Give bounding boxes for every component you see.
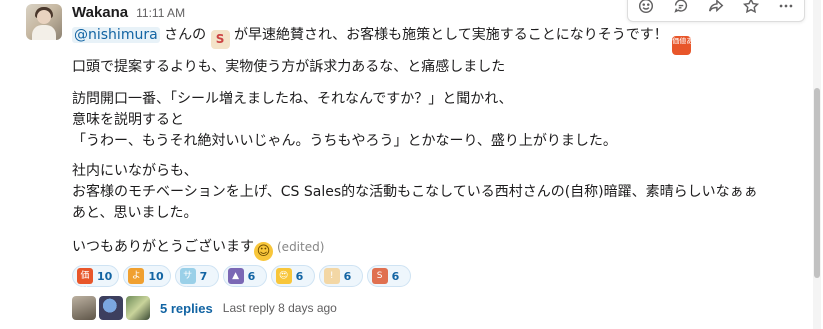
yoi-icon: よ: [128, 268, 145, 284]
message-line-6: 社内にいながらも、: [72, 163, 198, 179]
sales-guy-icon: S: [371, 268, 388, 284]
edited-label: (edited): [277, 240, 325, 254]
message: Wakana 11:11 AM @nishimura さんの S が早速絶賛され…: [0, 0, 808, 329]
more-actions-icon[interactable]: [770, 0, 802, 20]
message-line-3: 訪問開口一番、「シール増えましたね、それなんですか？」と聞かれ、: [72, 91, 513, 107]
reaction-count: 6: [295, 269, 304, 283]
reaction-count: 10: [97, 269, 113, 283]
username[interactable]: Wakana: [72, 4, 128, 21]
thread-summary[interactable]: 5 replies Last reply 8 days ago: [72, 296, 337, 320]
sales-guy-emoji-icon: S: [210, 30, 230, 49]
reply-count-link[interactable]: 5 replies: [160, 301, 213, 316]
heart-eyes-icon: 😍: [275, 268, 292, 284]
save-icon[interactable]: [735, 0, 767, 20]
message-line-8: あと、思いました。: [72, 205, 198, 221]
reaction-sticker[interactable]: ! 6: [318, 265, 363, 287]
user-avatar[interactable]: [26, 4, 62, 40]
message-line-5: 「うわー、もうそれ絶対いいじゃん。うちもやろう」とかなーり、盛り上がりました。: [72, 133, 617, 149]
timestamp[interactable]: 11:11 AM: [136, 6, 185, 20]
message-line-4: 意味を説明すると: [72, 112, 184, 128]
scrollbar[interactable]: [813, 0, 821, 329]
reaction-heart-eyes[interactable]: 😍 6: [270, 265, 315, 287]
message-line-1: @nishimura さんの S が早速絶賛され、お客様も施策として実施すること…: [72, 25, 700, 55]
reply-in-thread-icon[interactable]: [665, 0, 697, 20]
avatar-body: [32, 25, 56, 40]
smiling-face-icon: ☺: [254, 242, 273, 261]
kachi-aru-emoji-icon: 価値ある: [672, 36, 700, 55]
reaction-count: 6: [343, 269, 352, 283]
message-line-9: いつもありがとうございます ☺ (edited): [72, 237, 324, 261]
reaction-count: 6: [247, 269, 256, 283]
avatar-face: [37, 10, 51, 24]
message-line-2: 口頭で提案するよりも、実物使う方が訴求力あるな、と痛感しました: [72, 59, 506, 75]
participant-avatar: [126, 296, 150, 320]
reaction-yoi[interactable]: よ 10: [123, 265, 171, 287]
reaction-count: 10: [148, 269, 164, 283]
mention-suffix: さんの: [159, 27, 207, 43]
participant-avatar: [99, 296, 123, 320]
tent-icon: ▲: [227, 268, 244, 284]
scrollbar-thumb[interactable]: [814, 88, 820, 278]
reactions-bar: 価値 10 よ 10 サセ 7 ▲ 6 😍 6! 6 S 6: [72, 265, 411, 297]
user-mention[interactable]: @nishimura: [72, 27, 160, 43]
message-line-1-text: が早速絶賛され、お客様も施策として実施することになりそうです！: [229, 27, 668, 43]
sales-icon: サセ: [179, 268, 196, 297]
thanks-text: いつもありがとうございます: [72, 239, 254, 255]
thread-participants: [72, 296, 150, 320]
share-icon[interactable]: [700, 0, 732, 20]
last-reply-time: Last reply 8 days ago: [222, 301, 337, 315]
add-reaction-icon[interactable]: [630, 0, 662, 20]
message-line-7: お客様のモチベーションを上げ、CS Sales的な活動もこなしている西村さんの(…: [72, 184, 758, 200]
reaction-kachi-aru[interactable]: 価値 10: [72, 265, 120, 297]
sticker-icon: !: [323, 268, 340, 284]
reaction-count: 6: [391, 269, 400, 283]
reaction-sales-guy[interactable]: S6: [366, 265, 411, 287]
message-actions-toolbar: [627, 0, 805, 22]
reaction-count: 7: [199, 269, 208, 283]
kachi-aru-icon: 価値: [77, 268, 93, 297]
reaction-tent[interactable]: ▲ 6: [222, 265, 267, 287]
reaction-sales[interactable]: サセ 7: [174, 265, 219, 297]
message-header: Wakana 11:11 AM: [72, 4, 185, 24]
participant-avatar: [72, 296, 96, 320]
